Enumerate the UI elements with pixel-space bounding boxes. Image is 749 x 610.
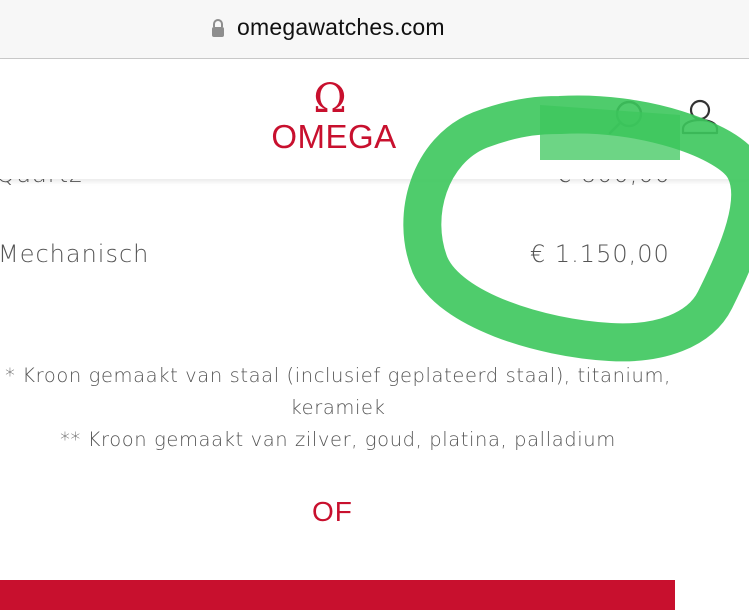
user-icon[interactable] xyxy=(680,98,720,138)
footnote-2: ** Kroon gemaakt van zilver, goud, plati… xyxy=(60,428,616,451)
browser-url-bar[interactable]: omegawatches.com xyxy=(0,0,749,59)
footnotes: * Kroon gemaakt van staal (inclusief gep… xyxy=(0,360,688,456)
footnote-1: * Kroon gemaakt van staal (inclusief gep… xyxy=(5,364,671,419)
or-divider: OF xyxy=(312,496,353,527)
price-row-value: € 1.150,00 xyxy=(530,240,670,268)
lock-icon xyxy=(212,19,224,37)
logo-wordmark: OMEGA xyxy=(271,118,397,155)
search-icon[interactable] xyxy=(607,98,647,138)
url-text[interactable]: omegawatches.com xyxy=(237,14,445,41)
omega-symbol: Ω xyxy=(313,76,347,122)
price-row-label: Mechanisch xyxy=(0,240,150,268)
